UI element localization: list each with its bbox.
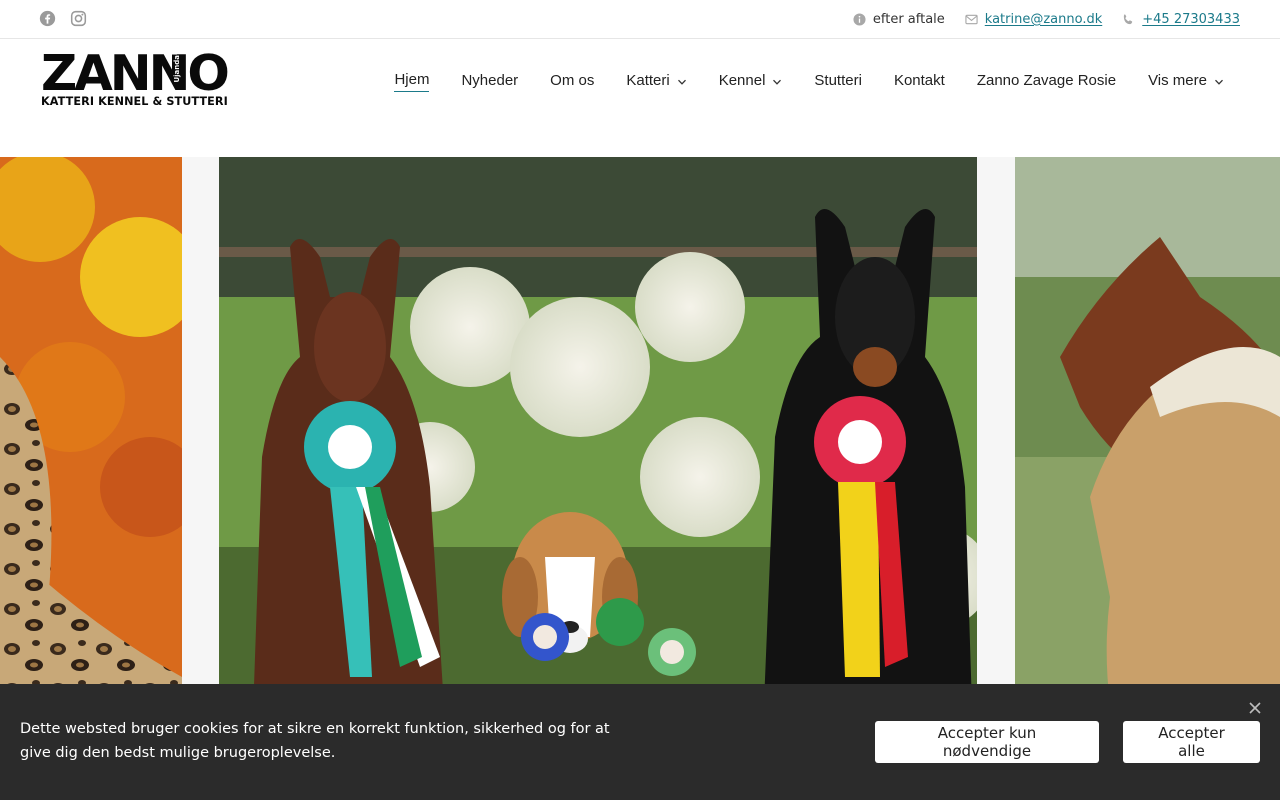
phone-icon bbox=[1124, 13, 1133, 24]
info-icon bbox=[853, 12, 866, 26]
nav-item-katteri[interactable]: Katteri bbox=[610, 68, 702, 96]
nav-label: Katteri bbox=[626, 71, 670, 89]
social-links bbox=[39, 10, 87, 27]
logo-tagline: Ujanda bbox=[172, 55, 182, 83]
nav-item-nyheder[interactable]: Nyheder bbox=[445, 68, 534, 96]
close-icon[interactable] bbox=[1247, 700, 1263, 716]
mail-icon bbox=[965, 14, 978, 24]
email-item: katrine@zanno.dk bbox=[965, 12, 1102, 27]
accept-necessary-button[interactable]: Accepter kun nødvendige bbox=[875, 721, 1099, 763]
cookie-message: Dette websted bruger cookies for at sikr… bbox=[20, 721, 610, 761]
nav-item-stutteri[interactable]: Stutteri bbox=[798, 68, 878, 96]
site-logo[interactable]: ZANNO Ujanda KATTERI KENNEL & STUTTERI bbox=[41, 49, 230, 108]
nav-label: Zanno Zavage Rosie bbox=[976, 71, 1117, 89]
phone-link[interactable]: +45 27303433 bbox=[1142, 12, 1240, 27]
chevron-down-icon bbox=[1215, 79, 1223, 85]
facebook-icon[interactable] bbox=[39, 10, 56, 27]
top-bar: efter aftale katrine@zanno.dk +45 273034… bbox=[0, 0, 1280, 39]
nav-label: Kennel bbox=[718, 71, 766, 89]
nav-label: Om os bbox=[550, 71, 595, 89]
instagram-icon[interactable] bbox=[70, 10, 87, 27]
nav-item-vis-mere[interactable]: Vis mere bbox=[1132, 68, 1240, 96]
nav-item-kennel[interactable]: Kennel bbox=[703, 68, 799, 96]
accept-all-button[interactable]: Accepter alle bbox=[1123, 721, 1260, 763]
chevron-down-icon bbox=[773, 79, 782, 85]
hours-item: efter aftale bbox=[853, 12, 945, 27]
cookie-banner: Dette websted bruger cookies for at sikr… bbox=[0, 684, 1280, 800]
site-header: ZANNO Ujanda KATTERI KENNEL & STUTTERI H… bbox=[0, 39, 1280, 157]
nav-label: Hjem bbox=[394, 71, 430, 92]
nav-item-om-os[interactable]: Om os bbox=[534, 68, 610, 96]
nav-label: Vis mere bbox=[1148, 71, 1207, 89]
logo-wordmark: ZANNO bbox=[41, 45, 230, 102]
main-nav: Hjem Nyheder Om os Katteri Kennel Stutte… bbox=[378, 67, 1240, 96]
logo-subtitle: KATTERI KENNEL & STUTTERI bbox=[41, 95, 228, 108]
hours-text: efter aftale bbox=[872, 11, 945, 27]
nav-item-hjem[interactable]: Hjem bbox=[378, 67, 445, 96]
nav-label: Kontakt bbox=[893, 71, 945, 89]
nav-label: Nyheder bbox=[461, 71, 519, 89]
nav-item-kontakt[interactable]: Kontakt bbox=[878, 68, 961, 96]
nav-item-zanno-zavage-rosie[interactable]: Zanno Zavage Rosie bbox=[961, 68, 1132, 96]
email-link[interactable]: katrine@zanno.dk bbox=[985, 12, 1102, 27]
nav-label: Stutteri bbox=[814, 71, 862, 89]
contact-info: efter aftale katrine@zanno.dk +45 273034… bbox=[853, 0, 1240, 38]
phone-item: +45 27303433 bbox=[1122, 12, 1240, 27]
chevron-down-icon bbox=[677, 79, 686, 85]
